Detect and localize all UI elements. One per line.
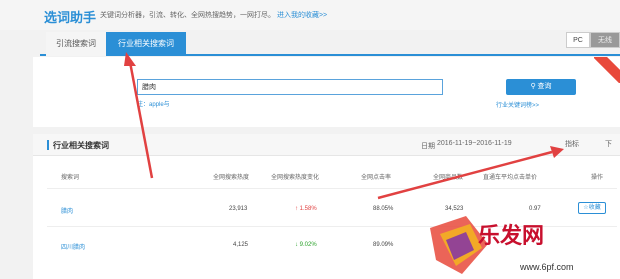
column-header-keyword: 搜索词 xyxy=(61,175,80,181)
metrics-button[interactable]: 指标 xyxy=(565,139,579,149)
column-header-action: 操作 xyxy=(591,175,604,181)
app-description-text: 关键词分析器，引流、转化、全网热搜趋势，一网打尽。 xyxy=(100,12,275,19)
new-badge-ribbon xyxy=(594,57,620,83)
watermark-brand: 乐发网 xyxy=(478,223,545,249)
tab-traffic-keywords[interactable]: 引流搜索词 xyxy=(46,32,106,56)
search-button[interactable]: ⚲ 查询 xyxy=(506,79,576,95)
date-range-selector[interactable]: 2016-11-19~2016-11-19 xyxy=(437,140,553,147)
top-bar: 选词助手 关键词分析器，引流、转化、全网热搜趋势，一网打尽。 进入我的收藏>> xyxy=(0,0,620,30)
pc-toggle-button[interactable]: PC xyxy=(566,32,590,48)
search-button-label: 查询 xyxy=(537,83,552,90)
date-label: 日期 xyxy=(421,143,435,150)
row-divider xyxy=(47,188,617,189)
column-header-goods[interactable]: 全网商品数 xyxy=(433,172,463,181)
column-header-ctr[interactable]: 全网点击率 xyxy=(361,172,391,181)
watermark-url: www.6pf.com xyxy=(520,262,574,272)
more-button[interactable]: 下 xyxy=(605,139,612,149)
column-header-cpc[interactable]: 直通车平均点击单价 xyxy=(483,172,537,181)
industry-keyword-rank-link[interactable]: 行业关键词榜>> xyxy=(496,100,539,109)
search-panel: ⚲ 查询 注：apple与 行业关键词榜>> xyxy=(33,57,620,127)
section-accent-bar xyxy=(47,140,49,150)
row-heat-change: ↓ 9.02% xyxy=(295,242,317,248)
row-heat-change-value: 1.58% xyxy=(299,206,317,212)
search-icon: ⚲ xyxy=(530,83,536,90)
row-keyword[interactable]: 四川腊肉 xyxy=(61,242,85,251)
row-ctr: 89.09% xyxy=(373,242,394,248)
wireless-toggle-button[interactable]: 无线 xyxy=(590,32,620,48)
row-heat-change-value: 9.02% xyxy=(299,242,317,248)
keyword-search-input[interactable] xyxy=(137,79,443,95)
row-keyword[interactable]: 腊肉 xyxy=(61,206,73,215)
tab-bar: 引流搜索词 行业相关搜索词 PC 无线 xyxy=(40,30,620,56)
column-header-heat[interactable]: 全网搜索热度 xyxy=(213,172,249,181)
row-heat: 4,125 xyxy=(233,242,249,248)
results-title: 行业相关搜索词 xyxy=(53,141,109,150)
column-header-heat-change[interactable]: 全网搜索热度变化 xyxy=(271,172,319,181)
row-ctr: 88.05% xyxy=(373,206,394,212)
trend-down-icon: ↓ xyxy=(295,242,298,248)
trend-up-icon: ↑ xyxy=(295,206,298,212)
row-cpc: 0.97 xyxy=(529,206,541,212)
row-goods: 34,523 xyxy=(445,206,464,212)
tab-industry-keywords[interactable]: 行业相关搜索词 xyxy=(106,32,186,56)
results-header: 行业相关搜索词 日期 2016-11-19~2016-11-19 指标 下 xyxy=(33,134,620,156)
row-heat-change: ↑ 1.58% xyxy=(295,206,317,212)
favorite-link[interactable]: 进入我的收藏>> xyxy=(277,12,327,19)
collect-button[interactable]: ☆收藏 xyxy=(578,202,606,214)
search-hint: 注：apple与 xyxy=(137,102,170,108)
app-title: 选词助手 xyxy=(44,10,97,25)
app-description: 关键词分析器，引流、转化、全网热搜趋势，一网打尽。 进入我的收藏>> xyxy=(100,10,327,20)
row-heat: 23,913 xyxy=(229,206,248,212)
collect-button-label: 收藏 xyxy=(588,205,601,211)
